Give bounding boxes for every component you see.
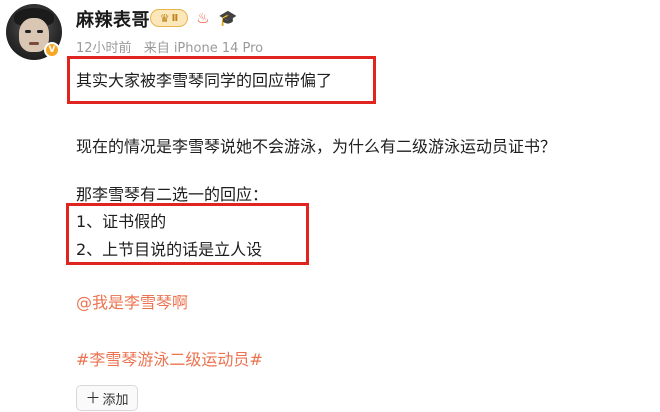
avatar-eye-right: [37, 30, 43, 33]
vip-badge[interactable]: ♛ Ⅱ: [150, 9, 188, 27]
user-badges: ♛ Ⅱ ♨ 🎓: [150, 7, 238, 29]
add-button-label: 添加: [102, 392, 129, 408]
post-line-5: 2、上节目说的话是立人设: [76, 240, 263, 259]
post-time[interactable]: 12小时前: [76, 41, 132, 56]
post-line-3: 那李雪琴有二选一的回应：: [76, 185, 269, 204]
mention-link[interactable]: @我是李雪琴啊: [76, 289, 188, 313]
vip-crown-icon: ♛: [159, 11, 170, 25]
plus-icon: ＋: [85, 388, 101, 407]
hashtag-link[interactable]: #李雪琴游泳二级运动员#: [76, 346, 263, 370]
avatar-mouth: [29, 42, 39, 45]
fire-icon[interactable]: ♨: [194, 9, 212, 27]
username[interactable]: 麻辣表哥: [76, 6, 150, 32]
post-line-1: 其实大家被李雪琴同学的回应带偏了: [76, 71, 333, 90]
add-button[interactable]: ＋ 添加: [76, 385, 138, 411]
avatar-eye-left: [25, 30, 31, 33]
post-line-2: 现在的情况是李雪琴说她不会游泳，为什么有二级游泳运动员证书？: [76, 137, 557, 156]
post-line-4: 1、证书假的: [76, 212, 167, 231]
verified-icon: V: [44, 42, 60, 58]
post-meta: 12小时前 来自 iPhone 14 Pro: [76, 37, 271, 56]
post-source: 来自 iPhone 14 Pro: [143, 41, 264, 56]
graduation-cap-icon[interactable]: 🎓: [218, 9, 238, 27]
vip-level: Ⅱ: [171, 12, 179, 24]
